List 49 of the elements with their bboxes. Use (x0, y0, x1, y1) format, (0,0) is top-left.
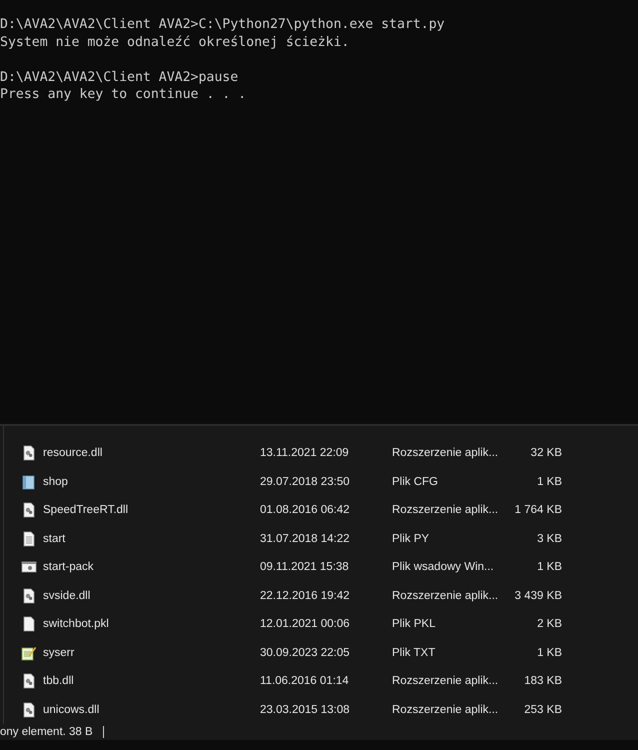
file-name[interactable]: switchbot.pkl (43, 618, 109, 630)
console-line: Press any key to continue . . . (0, 86, 248, 104)
file-name[interactable]: start (43, 532, 66, 545)
file-name[interactable]: shop (43, 476, 68, 488)
text-file-icon (21, 530, 37, 547)
file-type: Rozszerzenie aplik... (392, 590, 500, 602)
notepad-icon (21, 474, 37, 490)
file-name[interactable]: SpeedTreeRT.dll (43, 504, 128, 516)
file-name[interactable]: tbb.dll (43, 675, 74, 688)
file-name[interactable]: resource.dll (43, 447, 102, 460)
file-type: Rozszerzenie aplik... (392, 704, 500, 716)
file-date: 13.11.2021 22:09 (260, 447, 350, 460)
file-name[interactable]: syserr (43, 646, 74, 659)
file-size: 253 KB (523, 704, 562, 716)
file-type: Plik TXT (392, 646, 436, 659)
file-size: 3 439 KB (514, 590, 562, 602)
file-date: 23.03.2015 13:08 (260, 704, 351, 716)
file-size: 1 KB (536, 476, 562, 488)
file-date: 29.07.2018 23:50 (260, 476, 351, 488)
file-date: 12.01.2021 00:06 (260, 618, 351, 630)
blank-file-icon (21, 616, 37, 632)
file-name[interactable]: svside.dll (43, 590, 90, 602)
file-date: 09.11.2021 15:38 (260, 561, 350, 574)
file-size: 1 764 KB (514, 504, 562, 516)
file-type: Plik CFG (392, 476, 439, 488)
file-date: 31.07.2018 14:22 (260, 532, 351, 545)
file-type: Plik PKL (392, 618, 436, 630)
status-text: ony element. 38 B (0, 726, 93, 738)
console-line: D:\AVA2\AVA2\Client AVA2>C:\Python27\python.exe start.py (0, 16, 446, 34)
file-type: Rozszerzenie aplik... (392, 675, 500, 688)
file-type: Rozszerzenie aplik... (392, 504, 500, 516)
file-name[interactable]: unicows.dll (43, 704, 100, 716)
file-size: 2 KB (536, 618, 562, 630)
file-type: Plik PY (392, 532, 430, 545)
file-date: 11.06.2016 01:14 (260, 675, 350, 688)
console-line: System nie może odnaleźć określonej ścieżki. (0, 34, 350, 51)
file-date: 22.12.2016 19:42 (260, 590, 351, 602)
file-size: 1 KB (536, 646, 562, 659)
file-date: 30.09.2023 22:05 (260, 646, 351, 659)
file-size: 183 KB (523, 675, 562, 688)
file-name[interactable]: start-pack (43, 561, 94, 574)
file-type: Plik wsadowy Win... (392, 561, 495, 574)
console-line: D:\AVA2\AVA2\Client AVA2>pause (0, 68, 240, 86)
file-type: Rozszerzenie aplik... (392, 447, 500, 460)
file-size: 32 KB (530, 447, 562, 460)
file-date: 01.08.2016 06:42 (260, 504, 351, 516)
file-size: 3 KB (536, 532, 562, 545)
file-size: 1 KB (536, 561, 562, 574)
notepad-pencil-icon (21, 644, 37, 661)
